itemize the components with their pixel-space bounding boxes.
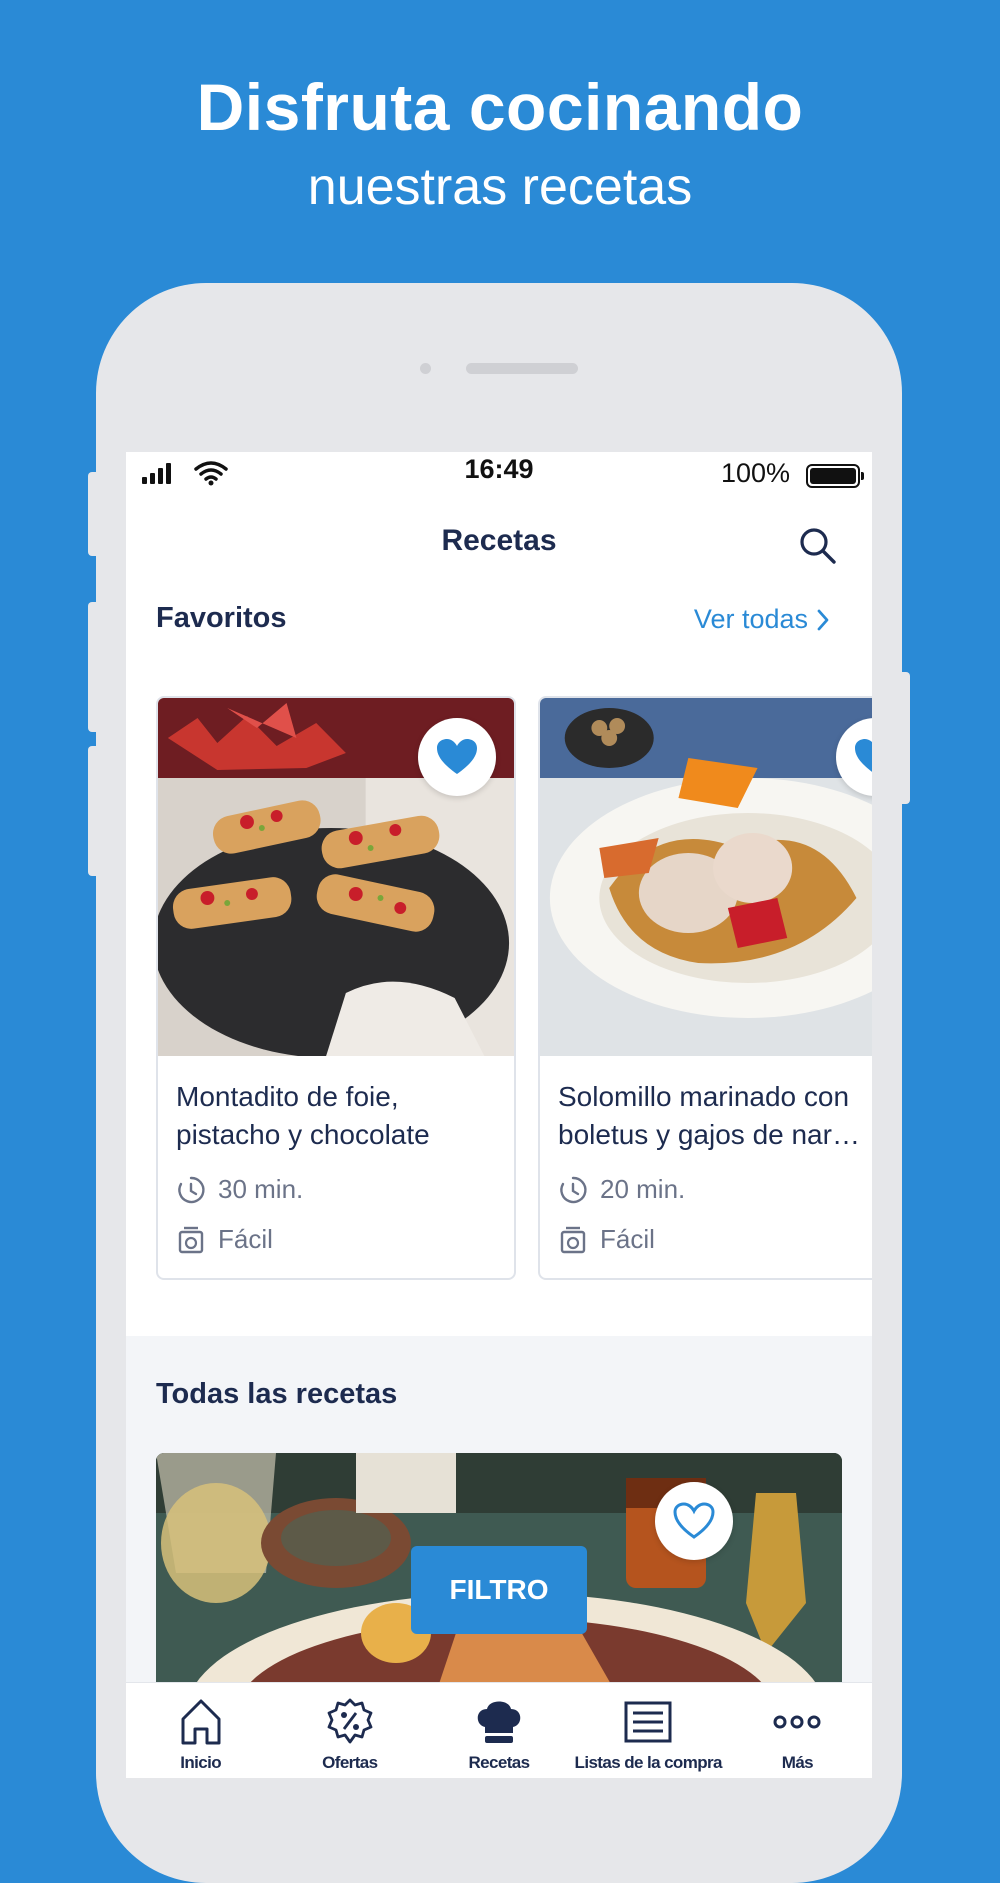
tab-bar: Inicio Ofertas Recetas Listas de la comp… [126, 1682, 872, 1778]
recipe-card[interactable]: Montadito de foie, pistacho y chocolate … [156, 696, 516, 1280]
phone-side-button [898, 672, 910, 804]
tab-mas[interactable]: Más [723, 1683, 872, 1778]
timer-icon [560, 1176, 587, 1203]
discount-badge-icon [327, 1698, 373, 1744]
filter-button[interactable]: FILTRO [411, 1546, 587, 1634]
all-recipes-title: Todas las recetas [156, 1378, 398, 1410]
favorite-button[interactable] [418, 718, 496, 796]
status-bar: 16:49 100% [126, 452, 872, 498]
recipe-time: 20 min. [558, 1174, 685, 1205]
recipe-time-label: 30 min. [218, 1174, 304, 1204]
recipe-difficulty: Fácil [558, 1224, 655, 1255]
recipe-photo [540, 698, 872, 1056]
list-icon [624, 1701, 672, 1743]
tab-listas[interactable]: Listas de la compra [574, 1683, 723, 1778]
recipe-time-label: 20 min. [600, 1174, 686, 1204]
page-title: Recetas [441, 524, 557, 557]
tab-label: Más [781, 1753, 814, 1772]
phone-side-button [88, 472, 100, 556]
heart-outline-icon [673, 1502, 715, 1539]
home-icon [181, 1699, 221, 1745]
promo-header: Disfruta cocinando nuestras recetas [0, 68, 1000, 220]
recipe-card[interactable]: Solomillo marinado con boletus y gajos d… [538, 696, 872, 1280]
tab-inicio[interactable]: Inicio [126, 1683, 275, 1778]
favorites-title: Favoritos [156, 602, 287, 634]
tab-label: Inicio [180, 1753, 221, 1772]
recipe-difficulty-label: Fácil [218, 1224, 273, 1254]
recipe-difficulty: Fácil [176, 1224, 273, 1255]
recipe-name: Montadito de foie, pistacho y chocolate [176, 1081, 430, 1150]
tab-recetas[interactable]: Recetas [424, 1683, 573, 1778]
chevron-right-icon [817, 609, 829, 630]
more-dots-icon [773, 1715, 821, 1729]
tab-label: Listas de la compra [574, 1753, 723, 1772]
chef-hat-icon [477, 1701, 521, 1743]
phone-camera [420, 363, 431, 374]
search-icon[interactable] [798, 526, 838, 566]
recipe-time: 30 min. [176, 1174, 303, 1205]
phone-side-button [88, 602, 100, 732]
battery-icon [806, 464, 864, 488]
tab-label: Recetas [468, 1753, 531, 1772]
recipe-difficulty-label: Fácil [600, 1224, 655, 1254]
battery-percent: 100% [720, 458, 790, 488]
promo-subtitle: nuestras recetas [307, 158, 693, 216]
heart-filled-icon [855, 739, 872, 772]
scale-icon [560, 1226, 586, 1253]
see-all-label: Ver todas [693, 604, 808, 634]
app-screen: 16:49 100% Recetas Favoritos Ver todas M… [126, 452, 872, 1778]
heart-filled-icon [437, 739, 477, 774]
tab-ofertas[interactable]: Ofertas [275, 1683, 424, 1778]
nav-bar: Recetas [126, 508, 872, 578]
tab-label: Ofertas [322, 1753, 378, 1772]
promo-title: Disfruta cocinando [196, 70, 804, 144]
scale-icon [178, 1226, 204, 1253]
timer-icon [178, 1176, 205, 1203]
phone-side-button [88, 746, 100, 876]
phone-speaker [466, 363, 578, 374]
favorite-button[interactable] [655, 1482, 733, 1560]
recipe-name: Solomillo marinado con boletus y gajos d… [558, 1081, 860, 1150]
see-all-link[interactable]: Ver todas [694, 604, 830, 635]
